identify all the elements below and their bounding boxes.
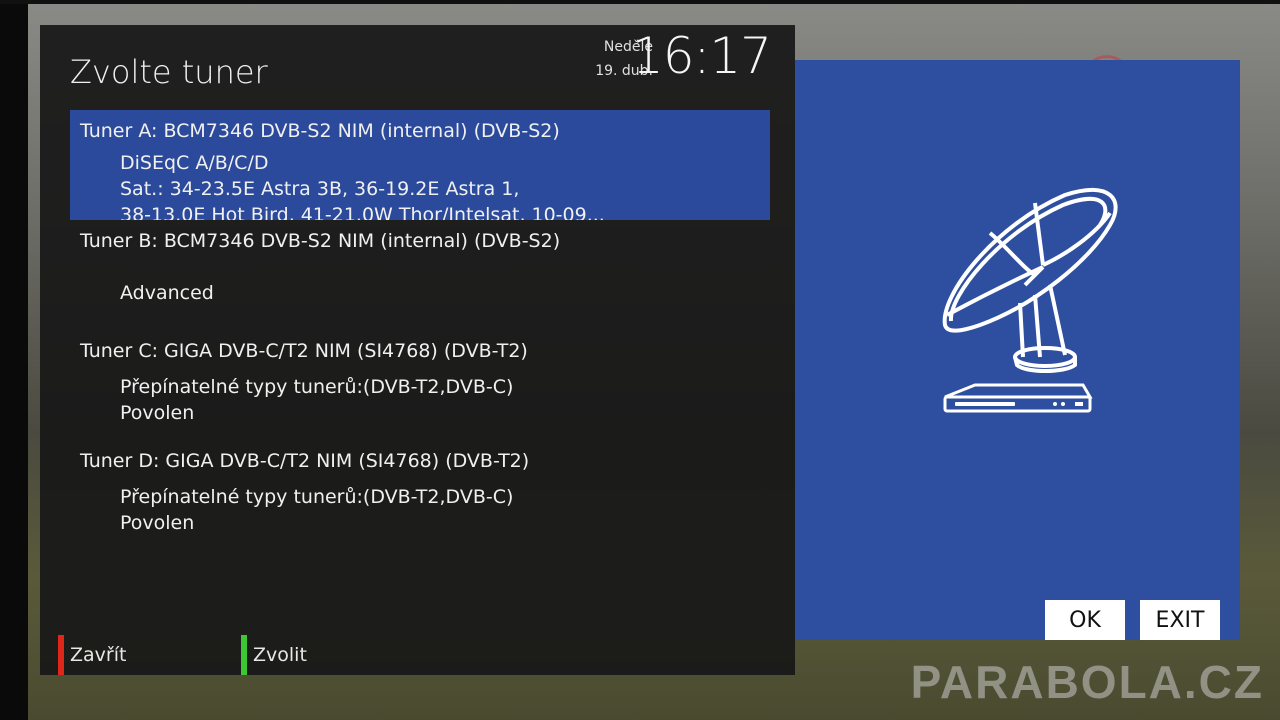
tuner-item-title: Tuner A: BCM7346 DVB-S2 NIM (internal) (… xyxy=(80,120,560,142)
color-key-bar: Zavřít Zvolit xyxy=(58,635,778,675)
tuner-item-c[interactable]: Tuner C: GIGA DVB-C/T2 NIM (SI4768) (DVB… xyxy=(70,330,770,440)
tuner-item-detail: Povolen xyxy=(120,402,195,424)
tuner-item-d[interactable]: Tuner D: GIGA DVB-C/T2 NIM (SI4768) (DVB… xyxy=(70,440,770,550)
satellite-dish-receiver-icon xyxy=(942,187,1118,413)
page-title: Zvolte tuner xyxy=(70,53,268,91)
watermark: PARABOLA.CZ xyxy=(910,656,1264,708)
tuner-item-title: Tuner B: BCM7346 DVB-S2 NIM (internal) (… xyxy=(80,230,561,252)
tuner-item-detail: Advanced xyxy=(120,282,214,304)
background-frame xyxy=(0,0,28,720)
tuner-item-a[interactable]: Tuner A: BCM7346 DVB-S2 NIM (internal) (… xyxy=(70,110,770,220)
tuner-item-detail: 38-13.0E Hot Bird, 41-21.0W Thor/Intelsa… xyxy=(120,204,605,220)
green-key-label: Zvolit xyxy=(253,644,307,666)
green-key-indicator xyxy=(241,635,247,675)
red-key-label: Zavřít xyxy=(70,644,127,666)
exit-button[interactable]: EXIT xyxy=(1140,600,1220,640)
tuner-item-detail: Přepínatelné typy tunerů:(DVB-T2,DVB-C) xyxy=(120,486,514,508)
tuner-select-panel: Zvolte tuner Neděle 19. dub. 16:17 Tuner… xyxy=(40,25,795,675)
tuner-item-detail: Povolen xyxy=(120,512,195,534)
tuner-item-title: Tuner C: GIGA DVB-C/T2 NIM (SI4768) (DVB… xyxy=(80,340,528,362)
tuner-list: Tuner A: BCM7346 DVB-S2 NIM (internal) (… xyxy=(70,110,770,550)
tuner-item-b[interactable]: Tuner B: BCM7346 DVB-S2 NIM (internal) (… xyxy=(70,220,770,330)
tuner-item-detail: DiSEqC A/B/C/D xyxy=(120,152,269,174)
clock: 16:17 xyxy=(631,27,772,85)
green-key-select[interactable]: Zvolit xyxy=(241,635,307,675)
tuner-item-detail: Přepínatelné typy tunerů:(DVB-T2,DVB-C) xyxy=(120,376,514,398)
background-frame-top xyxy=(0,0,1280,4)
red-key-close[interactable]: Zavřít xyxy=(58,635,126,675)
tuner-item-detail: Sat.: 34-23.5E Astra 3B, 36-19.2E Astra … xyxy=(120,178,520,200)
preview-panel: OK EXIT xyxy=(795,60,1240,640)
red-key-indicator xyxy=(58,635,64,675)
tuner-item-title: Tuner D: GIGA DVB-C/T2 NIM (SI4768) (DVB… xyxy=(80,450,530,472)
ok-button[interactable]: OK xyxy=(1045,600,1125,640)
